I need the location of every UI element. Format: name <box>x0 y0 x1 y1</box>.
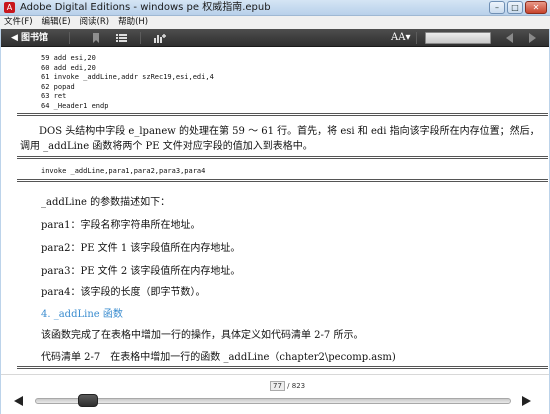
page-slider-thumb[interactable] <box>77 394 98 407</box>
title-bar: A Adobe Digital Editions - windows pe 权威… <box>0 0 550 16</box>
section-description: 该函数完成了在表格中增加一行的操作，具体定义如代码清单 2-7 所示。 <box>41 330 364 341</box>
code-rule <box>17 156 548 159</box>
code-line: 62 popad <box>41 82 75 91</box>
code-line: 63 ret <box>41 92 67 101</box>
page-indicator: 77 / 823 <box>270 381 305 391</box>
code-rule <box>17 366 548 369</box>
code-line: 60 add edi,20 <box>41 63 96 72</box>
menu-help[interactable]: 帮助(H) <box>118 16 148 29</box>
total-pages: 823 <box>291 382 306 390</box>
param-item: para3：PE 文件 2 该字段值所在内存地址。 <box>41 266 241 277</box>
param-item: para2：PE 文件 1 该字段值所在内存地址。 <box>41 243 241 254</box>
window-controls: – □ ✕ <box>489 1 547 14</box>
code-line: 61 invoke _addLine,addr szRec19,esi,edi,… <box>41 73 214 82</box>
menu-edit[interactable]: 编辑(E) <box>42 16 71 29</box>
minimize-button[interactable]: – <box>489 1 505 14</box>
current-page-field[interactable]: 77 <box>270 381 285 391</box>
page-navigation-bar: 77 / 823 <box>1 374 549 414</box>
reader-toolbar: ◀ 图书馆 AA▾ <box>1 29 549 47</box>
next-arrow-icon[interactable] <box>522 396 531 406</box>
menu-bar: 文件(F) 编辑(E) 阅读(R) 帮助(H) <box>0 16 550 29</box>
toolbar-divider <box>140 32 141 44</box>
book-page: 59 add esi,20 60 add edi,20 61 invoke _a… <box>1 47 549 374</box>
body-paragraph: DOS 头结构中字段 e_lpanew 的处理在第 59 ～ 61 行。首先，将… <box>20 126 540 152</box>
list-icon[interactable] <box>115 32 128 44</box>
code-rule <box>17 113 548 116</box>
toolbar-divider <box>416 32 417 44</box>
prev-arrow-icon[interactable] <box>14 396 23 406</box>
font-size-button[interactable]: AA▾ <box>391 32 410 44</box>
code-invoke: invoke _addLine,para1,para2,para3,para4 <box>41 167 206 175</box>
code-line: 59 add esi,20 <box>41 54 96 62</box>
maximize-button[interactable]: □ <box>507 1 523 14</box>
chart-plus-icon[interactable] <box>153 32 167 44</box>
bookmark-icon[interactable] <box>91 32 101 44</box>
library-button[interactable]: ◀ 图书馆 <box>7 31 52 45</box>
window-title: Adobe Digital Editions - windows pe 权威指南… <box>20 2 271 13</box>
param-item: para1：字段名称字符串所在地址。 <box>41 220 201 231</box>
page-separator: / <box>287 382 290 390</box>
code-block: 59 add esi,20 60 add edi,20 61 invoke _a… <box>41 54 214 112</box>
section-heading: 4. _addLine 函数 <box>41 309 123 320</box>
params-intro: _addLine 的参数描述如下： <box>41 197 171 208</box>
prev-page-icon[interactable] <box>506 33 513 43</box>
code-listing-caption: 代码清单 2-7 在表格中增加一行的函数 _addLine（chapter2\p… <box>41 352 396 363</box>
close-button[interactable]: ✕ <box>525 1 547 14</box>
param-item: para4：该字段的长度（即字节数）。 <box>41 287 206 298</box>
search-input[interactable] <box>425 32 491 44</box>
code-rule <box>17 179 548 182</box>
code-line: 64 _Header1 endp <box>41 101 109 110</box>
adobe-app-icon: A <box>4 2 15 13</box>
menu-read[interactable]: 阅读(R) <box>80 16 110 29</box>
page-slider-track[interactable] <box>35 398 511 404</box>
menu-file[interactable]: 文件(F) <box>4 16 33 29</box>
toolbar-divider <box>69 32 70 44</box>
next-page-icon[interactable] <box>529 33 536 43</box>
